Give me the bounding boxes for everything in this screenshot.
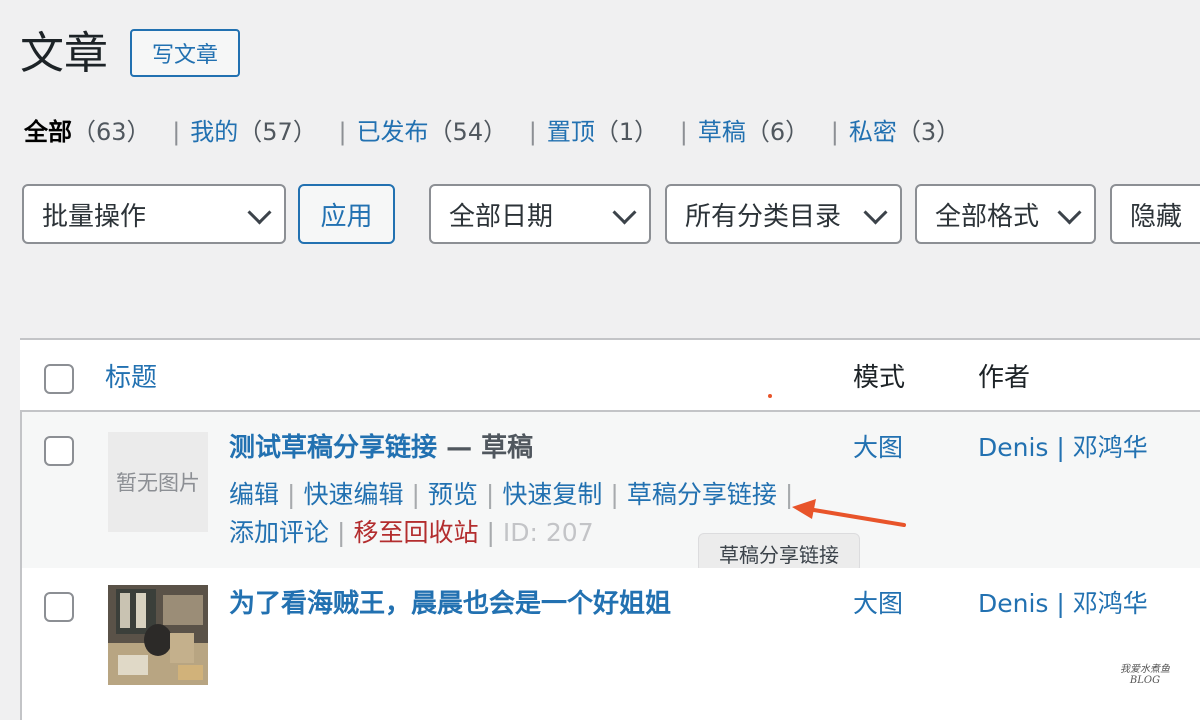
separator: | xyxy=(172,118,181,146)
separator: | xyxy=(486,518,495,547)
chevron-down-icon xyxy=(612,200,637,225)
format-filter-select[interactable]: 全部格式 xyxy=(915,184,1096,244)
edit-link[interactable]: 编辑 xyxy=(229,480,279,509)
post-id: ID: 207 xyxy=(502,518,594,547)
separator: | xyxy=(485,480,495,509)
row-checkbox[interactable] xyxy=(44,436,74,466)
category-filter-select[interactable]: 所有分类目录 xyxy=(665,184,902,244)
watermark-line2: BLOG xyxy=(1129,675,1161,686)
author-cell: Denis | 邓鸿华 xyxy=(978,430,1148,466)
author-name-link[interactable]: 邓鸿华 xyxy=(1073,589,1148,618)
column-author: 作者 xyxy=(978,363,1031,393)
separator: | xyxy=(411,480,420,509)
separator: | xyxy=(338,118,347,146)
chevron-down-icon xyxy=(247,200,272,225)
preview-link[interactable]: 预览 xyxy=(428,480,478,509)
view-sticky[interactable]: 置顶 xyxy=(547,118,595,146)
separator: | xyxy=(679,118,688,146)
post-thumbnail[interactable] xyxy=(108,585,208,685)
post-title: 测试草稿分享链接 — 草稿 xyxy=(229,430,533,466)
view-all-count: （63） xyxy=(72,118,151,146)
bulk-action-select[interactable]: 批量操作 xyxy=(22,184,286,244)
mode-link[interactable]: 大图 xyxy=(853,586,903,622)
annotation-dot xyxy=(768,394,772,398)
separator: | xyxy=(337,518,346,547)
author-link[interactable]: Denis xyxy=(978,433,1048,462)
separator: | xyxy=(610,480,619,509)
hidden-filter-value: 隐藏 xyxy=(1130,201,1183,232)
view-published[interactable]: 已发布 xyxy=(357,118,429,146)
separator: | xyxy=(830,118,839,146)
post-state: — 草稿 xyxy=(437,433,534,463)
row-checkbox[interactable] xyxy=(44,592,74,622)
date-filter-value: 全部日期 xyxy=(449,201,554,232)
view-all[interactable]: 全部 xyxy=(24,118,72,146)
author-link[interactable]: Denis xyxy=(978,589,1048,618)
date-filter-select[interactable]: 全部日期 xyxy=(429,184,651,244)
author-separator: | xyxy=(1048,589,1073,618)
bulk-action-value: 批量操作 xyxy=(42,201,147,232)
author-cell: Denis | 邓鸿华 xyxy=(978,586,1148,622)
post-title-link[interactable]: 为了看海贼王，晨晨也会是一个好姐姐 xyxy=(229,589,671,619)
page-title: 文章 xyxy=(20,28,108,79)
post-title-link[interactable]: 测试草稿分享链接 xyxy=(229,433,437,463)
separator: | xyxy=(287,480,296,509)
view-mine[interactable]: 我的 xyxy=(190,118,238,146)
view-mine-count: （57） xyxy=(238,118,317,146)
column-mode: 模式 xyxy=(853,363,906,393)
no-image-placeholder: 暂无图片 xyxy=(108,432,208,532)
format-filter-value: 全部格式 xyxy=(935,201,1040,232)
add-comment-link[interactable]: 添加评论 xyxy=(229,518,329,547)
post-status-views: 全部（63） | 我的（57） | 已发布（54） | 置顶（1） | 草稿（6） | 私… xyxy=(24,112,960,152)
quick-duplicate-link[interactable]: 快速复制 xyxy=(502,480,602,509)
chevron-down-icon xyxy=(863,200,888,225)
hidden-filter-select[interactable]: 隐藏 xyxy=(1110,184,1200,244)
trash-link[interactable]: 移至回收站 xyxy=(353,518,478,547)
row-actions: 编辑 | 快速编辑 | 预览 | 快速复制 | 草稿分享链接 | xyxy=(229,476,801,514)
view-private-count: （3） xyxy=(896,118,961,146)
apply-button[interactable]: 应用 xyxy=(298,184,395,244)
watermark-logo: 我爱水煮鱼 BLOG xyxy=(1120,664,1170,686)
mode-link[interactable]: 大图 xyxy=(853,430,903,466)
view-private[interactable]: 私密 xyxy=(849,118,897,146)
view-drafts[interactable]: 草稿 xyxy=(698,118,746,146)
separator: | xyxy=(528,118,537,146)
tooltip: 草稿分享链接 xyxy=(698,533,860,573)
view-published-count: （54） xyxy=(428,118,508,146)
quick-edit-link[interactable]: 快速编辑 xyxy=(303,480,403,509)
select-all-checkbox[interactable] xyxy=(44,364,74,394)
view-sticky-count: （1） xyxy=(594,118,659,146)
add-new-post-button[interactable]: 写文章 xyxy=(130,29,240,77)
author-separator: | xyxy=(1048,433,1073,462)
author-name-link[interactable]: 邓鸿华 xyxy=(1073,433,1148,462)
row-actions-line2: 添加评论 | 移至回收站 | ID: 207 xyxy=(229,514,594,552)
photo-thumbnail-image xyxy=(108,585,208,685)
category-filter-value: 所有分类目录 xyxy=(685,201,842,232)
view-drafts-count: （6） xyxy=(745,118,810,146)
annotation-arrow-icon xyxy=(792,499,906,527)
draft-share-link[interactable]: 草稿分享链接 xyxy=(627,480,777,509)
column-title[interactable]: 标题 xyxy=(105,360,157,396)
watermark-line1: 我爱水煮鱼 xyxy=(1120,664,1170,675)
chevron-down-icon xyxy=(1057,200,1082,225)
post-title: 为了看海贼王，晨晨也会是一个好姐姐 xyxy=(229,586,671,622)
